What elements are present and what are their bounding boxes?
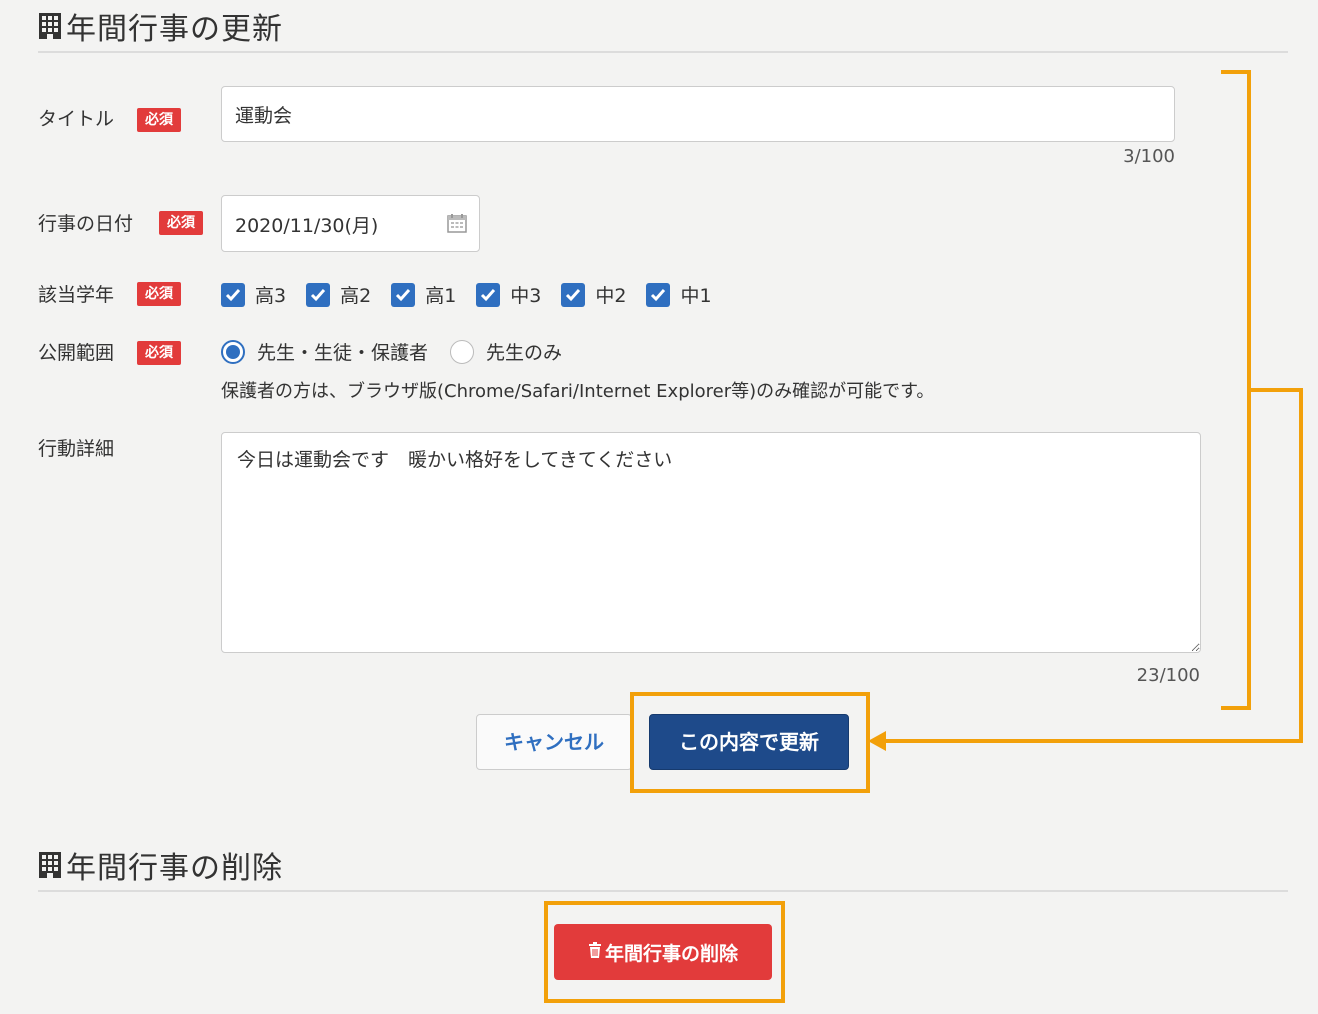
building-icon [38,851,62,879]
delete-title-text: 年間行事の削除 [66,851,283,886]
divider [38,890,1288,892]
delete-section-title: 年間行事の削除 [38,843,283,887]
highlight-delete-button [544,901,785,1003]
highlight-update-button [630,692,870,793]
